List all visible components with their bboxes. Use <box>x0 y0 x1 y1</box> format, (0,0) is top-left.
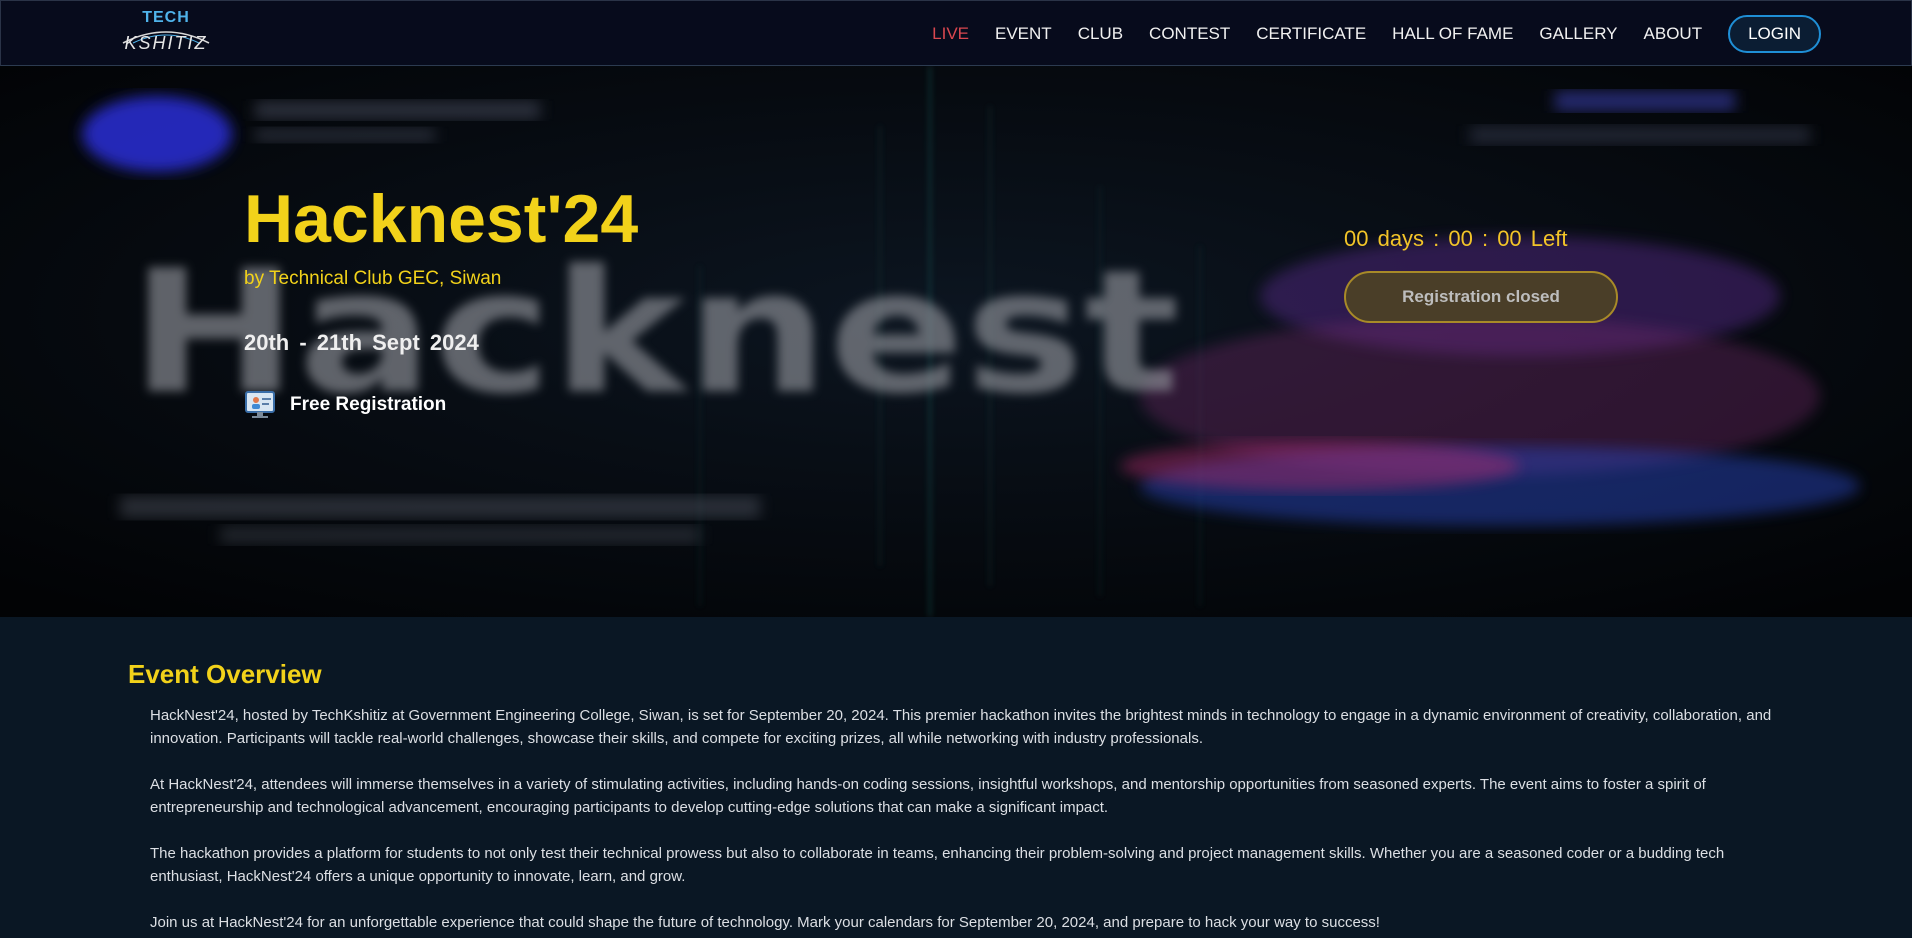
registration-closed-button[interactable]: Registration closed <box>1344 271 1618 323</box>
registration-computer-icon <box>245 391 275 418</box>
overview-paragraph: Join us at HackNest'24 for an unforgetta… <box>150 914 1380 931</box>
overview-paragraph: At HackNest'24, attendees will immerse t… <box>150 776 1706 816</box>
nav-gallery[interactable]: GALLERY <box>1539 24 1617 44</box>
overview-paragraph: HackNest'24, hosted by TechKshitiz at Go… <box>150 707 1772 747</box>
nav-certificate[interactable]: CERTIFICATE <box>1256 24 1366 44</box>
nav-about[interactable]: ABOUT <box>1644 24 1703 44</box>
hero-banner: Hacknest Hacknest'24 by Technical Club G… <box>0 66 1912 617</box>
free-registration-label: Free Registration <box>290 394 447 415</box>
main-nav: LIVE EVENT CLUB CONTEST CERTIFICATE HALL… <box>906 1 1821 67</box>
countdown-timer: 00 days : 00 : 00 Left <box>1344 226 1568 251</box>
techkshitiz-logo[interactable]: TECH KSHITIZ <box>111 9 221 57</box>
nav-hall-of-fame[interactable]: HALL OF FAME <box>1392 24 1513 44</box>
nav-contest[interactable]: CONTEST <box>1149 24 1230 44</box>
overview-text: HackNest'24, hosted by TechKshitiz at Go… <box>150 704 1800 938</box>
login-button[interactable]: LOGIN <box>1728 15 1821 53</box>
navbar: TECH KSHITIZ LIVE EVENT CLUB CONTEST CER… <box>0 0 1912 66</box>
overview-paragraph: The hackathon provides a platform for st… <box>150 845 1725 885</box>
logo-text-bottom: KSHITIZ <box>124 33 208 53</box>
overview-title: Event Overview <box>128 659 322 689</box>
nav-live[interactable]: LIVE <box>932 24 969 44</box>
nav-club[interactable]: CLUB <box>1078 24 1123 44</box>
event-date: 20th - 21th Sept 2024 <box>244 330 479 355</box>
nav-event[interactable]: EVENT <box>995 24 1052 44</box>
event-overview-section: Event Overview HackNest'24, hosted by Te… <box>0 617 1912 938</box>
event-title: Hacknest'24 <box>244 181 639 257</box>
free-registration: Free Registration <box>244 390 446 420</box>
event-organizer: by Technical Club GEC, Siwan <box>244 268 502 289</box>
